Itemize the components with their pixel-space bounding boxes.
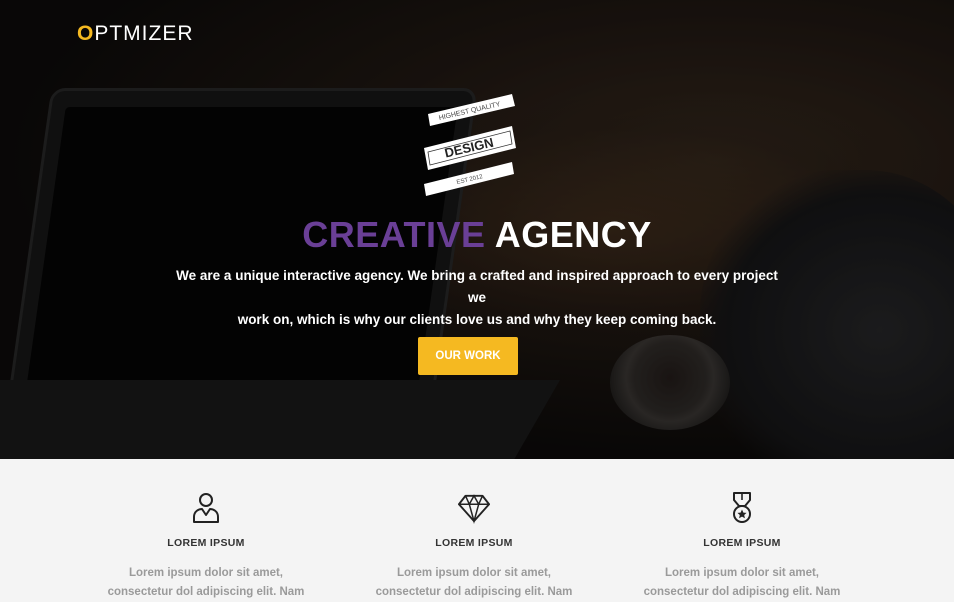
- logo-initial: O: [77, 22, 95, 45]
- feature-text-line1: Lorem ipsum dolor sit amet,: [397, 567, 551, 579]
- hero-description: We are a unique interactive agency. We b…: [170, 265, 784, 331]
- feature-text: Lorem ipsum dolor sit amet, consectetur d…: [612, 564, 872, 602]
- feature-text-line1: Lorem ipsum dolor sit amet,: [129, 567, 283, 579]
- features-section: LOREM IPSUM Lorem ipsum dolor sit amet, c…: [0, 459, 954, 600]
- feature-text: Lorem ipsum dolor sit amet, consectetur d…: [76, 564, 336, 602]
- feature-text-line2: consectetur dol adipiscing elit. Nam: [643, 586, 841, 598]
- hero-headline: CREATIVE AGENCY: [0, 214, 954, 256]
- feature-item: LOREM IPSUM Lorem ipsum dolor sit amet, c…: [76, 459, 336, 602]
- feature-text-line2: consectetur dol adipiscing elit. Nam: [107, 586, 305, 598]
- feature-text-line1: Lorem ipsum dolor sit amet,: [665, 567, 819, 579]
- feature-title: LOREM IPSUM: [435, 537, 513, 549]
- headline-rest: AGENCY: [485, 214, 652, 255]
- quality-badge-icon: HIGHEST QUALITY DESIGN EST 2012: [424, 94, 516, 196]
- feature-item: LOREM IPSUM Lorem ipsum dolor sit amet, c…: [344, 459, 604, 602]
- our-work-button[interactable]: OUR WORK: [418, 337, 518, 375]
- headline-highlight: CREATIVE: [302, 214, 486, 255]
- feature-title: LOREM IPSUM: [703, 537, 781, 549]
- hero-section: OPTMIZER HIGHEST QUALITY DESIGN EST 2012…: [0, 0, 954, 459]
- feature-text: Lorem ipsum dolor sit amet, consectetur d…: [344, 564, 604, 602]
- logo-rest: PTMIZER: [94, 22, 194, 45]
- person-icon: [193, 493, 219, 523]
- feature-item: LOREM IPSUM Lorem ipsum dolor sit amet, c…: [612, 459, 872, 602]
- site-logo[interactable]: OPTMIZER: [77, 22, 194, 46]
- feature-title: LOREM IPSUM: [167, 537, 245, 549]
- hero-description-line1: We are a unique interactive agency. We b…: [176, 268, 778, 305]
- diamond-icon: [458, 494, 490, 524]
- hero-description-line2: work on, which is why our clients love u…: [237, 312, 717, 327]
- feature-text-line2: consectetur dol adipiscing elit. Nam: [375, 586, 573, 598]
- medal-icon: [733, 492, 751, 523]
